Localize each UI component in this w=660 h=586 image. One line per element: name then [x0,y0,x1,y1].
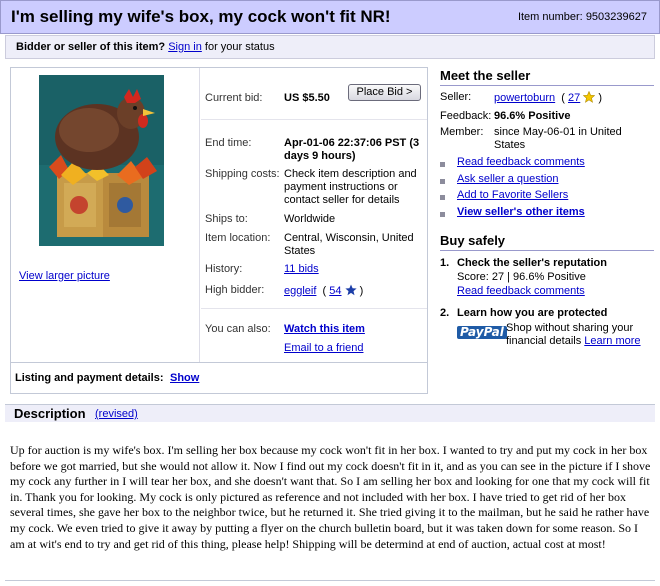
feedback-label: Feedback: [440,110,492,122]
current-bid-label: Current bid: [205,92,263,104]
seller-score-link[interactable]: 27 [568,92,580,104]
listing-show-link[interactable]: Show [170,372,199,384]
place-bid-button[interactable]: Place Bid > [348,84,421,101]
item-photo-image [39,75,164,246]
high-bidder-score-link[interactable]: 54 [329,285,341,297]
step-1-score: Score: 27 | 96.6% Positive [457,271,586,283]
ships-to-value: Worldwide [284,213,336,225]
email-friend-link[interactable]: Email to a friend [284,342,363,355]
learn-more-link[interactable]: Learn more [584,335,640,347]
feedback-value: 96.6% Positive [494,110,571,122]
read-feedback-link[interactable]: Read feedback comments [457,156,585,169]
bottom-divider [5,580,655,581]
item-location-label: Item location: [205,232,271,244]
item-box: View larger picture Current bid: US $5.5… [10,67,428,394]
step-2-number: 2. [440,307,450,319]
revised-link[interactable]: (revised) [95,408,138,420]
end-time-label: End time: [205,137,252,149]
high-bidder-label: High bidder: [205,284,265,296]
sign-in-link[interactable]: Sign in [168,41,202,53]
view-larger-picture-link[interactable]: View larger picture [19,270,110,282]
item-location-value: Central, Wisconsin, United States [284,232,414,257]
member-label: Member: [440,126,484,138]
bullet-icon [440,179,445,184]
shipping-value: Check item description and payment instr… [284,168,417,206]
item-title: I'm selling my wife's box, my cock won't… [11,7,391,26]
watch-item-link[interactable]: Watch this item [284,323,365,336]
ships-to-label: Ships to: [205,213,248,225]
item-photo[interactable] [39,75,164,246]
bullet-icon [440,212,445,217]
separator [201,308,427,309]
shipping-label: Shipping costs: [205,168,280,180]
blue-star-icon [344,284,357,296]
add-favorite-link[interactable]: Add to Favorite Sellers [457,189,568,202]
history-label: History: [205,263,243,275]
member-value: since May-06-01 in United States [494,126,622,151]
status-suffix: for your status [204,41,275,53]
other-items-link[interactable]: View seller's other items [457,206,585,219]
title-bar: I'm selling my wife's box, my cock won't… [0,0,660,34]
yellow-star-icon [583,91,596,103]
bid-history-link[interactable]: 11 bids [284,263,319,276]
high-bidder-value: eggleif ( 54 ) [284,284,364,297]
high-bidder-link[interactable]: eggleif [284,285,316,297]
status-question: Bidder or seller of this item? [16,41,166,53]
paypal-text: Shop without sharing your financial deta… [506,322,654,348]
status-text: Bidder or seller of this item? Sign in f… [16,41,275,53]
seller-name-link[interactable]: powertoburn [494,92,555,104]
listing-details-label: Listing and payment details: [15,372,164,384]
description-header: Description (revised) [5,404,655,422]
end-time-value: Apr-01-06 22:37:06 PST (3 days 9 hours) [284,137,424,163]
bullet-icon [440,195,445,200]
item-number-value: 9503239627 [585,11,647,23]
step-1-number: 1. [440,257,450,269]
item-number-label: Item number: [517,11,583,23]
description-body: Up for auction is my wife's box. I'm sel… [10,443,651,551]
paypal-logo: PayPal [457,326,507,339]
listing-details-row: Listing and payment details: Show [11,362,427,393]
step-1-feedback-link[interactable]: Read feedback comments [457,285,585,298]
step-2-title: Learn how you are protected [457,307,608,319]
buy-safely-heading: Buy safely [440,233,654,251]
seller-label: Seller: [440,91,472,103]
bullet-icon [440,162,445,167]
status-bar: Bidder or seller of this item? Sign in f… [5,35,655,59]
seller-value: powertoburn ( 27 ) [494,91,603,104]
separator [201,119,427,120]
details-divider [199,68,200,363]
description-heading: Description [14,406,86,421]
item-number: Item number: 9503239627 [518,11,647,23]
you-can-also-label: You can also: [205,323,271,335]
meet-seller-heading: Meet the seller [440,68,654,86]
end-time-date: Apr-01-06 22:37:06 PST (3 days 9 hours) [284,137,420,162]
ask-seller-link[interactable]: Ask seller a question [457,173,559,186]
step-1-title: Check the seller's reputation [457,257,607,269]
